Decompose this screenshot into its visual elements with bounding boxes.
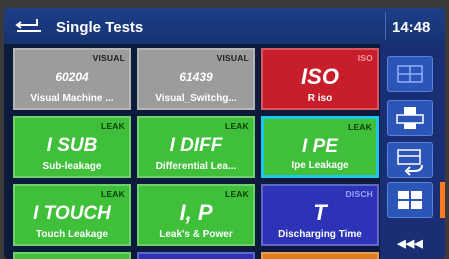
tile-category-tag: LEAK [101,189,125,199]
grid-list-icon [397,65,423,83]
page-title: Single Tests [56,19,144,36]
tile-symbol: T [313,200,327,225]
return-view-button[interactable] [387,142,433,178]
tile-category-tag: LEAK [101,121,125,131]
test-tile-grid: VISUAL 60204 Visual Machine ... VISUAL 6… [4,44,380,259]
tile-symbol: ISO [301,64,339,89]
tile-ipe-leakage[interactable]: LEAK I PE Ipe Leakage [261,116,379,178]
grid-icon [398,191,422,209]
tile-category-tag: LEAK [348,122,372,132]
back-arrow-icon[interactable] [15,16,45,36]
tile-visual-61439[interactable]: VISUAL 61439 Visual_Switchg... [137,48,255,110]
return-icon [397,149,423,176]
header-bar: Single Tests 14:48 [4,8,445,44]
tile-category-tag: ISO [357,53,373,63]
tile-symbol: I, P [179,200,213,225]
grid-view-button[interactable] [387,182,433,218]
expand-button[interactable] [387,100,433,136]
view-list-button[interactable] [387,56,433,92]
tile-symbol: 60204 [55,70,89,84]
tile-partial-next-row [13,252,131,259]
side-toolbar: ◀◀◀ [380,44,445,259]
tile-category-tag: VISUAL [92,53,125,63]
tile-sub-leakage[interactable]: LEAK I SUB Sub-leakage [13,116,131,178]
tile-symbol: I TOUCH [33,203,111,224]
tile-label: Sub-leakage [42,161,102,172]
tile-leaks-and-power[interactable]: LEAK I, P Leak's & Power [137,184,255,246]
tile-label: Leak's & Power [159,229,233,240]
more-options-button[interactable]: ◀◀◀ [387,232,433,256]
tile-differential-leakage[interactable]: LEAK I DIFF Differential Lea... [137,116,255,178]
tile-iso[interactable]: ISO ISO R iso [261,48,379,110]
tile-label: Discharging Time [278,229,362,240]
clock: 14:48 [392,19,431,36]
tile-label: Visual_Switchg... [155,93,237,104]
tile-label: Visual Machine ... [30,93,114,104]
tile-label: Touch Leakage [35,229,109,240]
active-indicator [440,182,445,218]
app-window: Single Tests 14:48 VISUAL 60204 Visual M… [4,8,445,259]
tile-visual-60204[interactable]: VISUAL 60204 Visual Machine ... [13,48,131,110]
tile-symbol: I SUB [46,135,98,156]
header-divider [385,12,386,40]
tile-category-tag: LEAK [225,121,249,131]
tile-label: Ipe Leakage [291,160,349,171]
tile-symbol: I DIFF [169,135,223,156]
tile-partial-next-row [261,252,379,259]
tile-symbol: I PE [302,136,338,157]
tile-category-tag: LEAK [225,189,249,199]
tile-label: R iso [307,93,333,104]
tile-label: Differential Lea... [155,161,237,172]
expand-icon [396,107,424,129]
tile-symbol: 61439 [179,70,213,84]
tile-partial-next-row [137,252,255,259]
tile-category-tag: VISUAL [216,53,249,63]
tile-category-tag: DISCH [345,189,373,199]
tile-touch-leakage[interactable]: LEAK I TOUCH Touch Leakage [13,184,131,246]
tile-discharging-time[interactable]: DISCH T Discharging Time [261,184,379,246]
